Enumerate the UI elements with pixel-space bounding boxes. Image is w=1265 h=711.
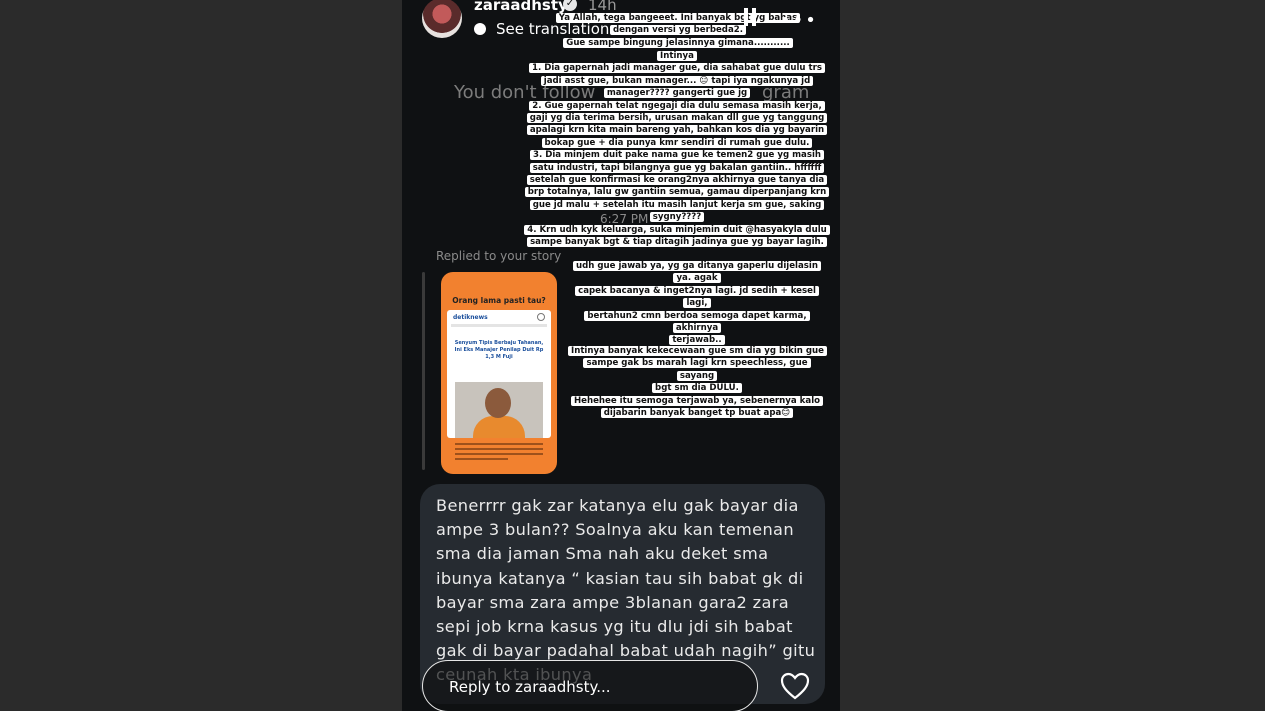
verified-badge-icon: ✓ <box>563 0 577 11</box>
left-backdrop <box>0 0 402 711</box>
caption-answer: udh gue jawab ya, yg ga ditanya gaperlu … <box>572 260 822 347</box>
replied-to-story-label: Replied to your story <box>436 249 562 263</box>
reply-placeholder: Reply to zaraadhsty... <box>449 678 611 696</box>
thumbnail-caption-lines <box>455 440 543 464</box>
caption-points: Intinya 1. Dia gapernah jadi manager gue… <box>522 50 832 249</box>
story-viewer: You don't follow gram 6:27 PM Replied to… <box>402 0 840 711</box>
right-backdrop <box>840 0 1265 711</box>
caption-end: Intinya banyak kekecewaan gue sm dia yg … <box>568 345 828 419</box>
thumbnail-nav <box>451 324 547 327</box>
reply-input[interactable]: Reply to zaraadhsty... <box>422 660 758 711</box>
reply-message-text: Benerrrr gak zar katanya elu gak bayar d… <box>436 496 816 684</box>
translate-icon[interactable] <box>474 23 486 35</box>
heart-icon[interactable] <box>780 672 810 700</box>
pause-icon[interactable] <box>744 8 756 26</box>
search-icon <box>537 313 545 321</box>
thumbnail-headline: Senyum Tipis Berbaju Tahanan, Ini Eks Ma… <box>454 340 544 360</box>
avatar[interactable] <box>422 0 462 38</box>
thumbnail-photo <box>455 382 543 438</box>
person-body <box>473 416 525 438</box>
story-thumbnail[interactable]: Orang lama pasti tau? detiknews Senyum T… <box>441 272 557 474</box>
reply-quote-line <box>422 272 425 470</box>
person-head <box>485 388 511 418</box>
thumbnail-article: detiknews Senyum Tipis Berbaju Tahanan, … <box>447 310 551 438</box>
caption-top: Ya Allah, tega bangeeet. Ini banyak bgt … <box>542 12 814 49</box>
thumbnail-brand: detiknews <box>453 314 488 321</box>
thumbnail-title: Orang lama pasti tau? <box>452 296 546 305</box>
more-icon[interactable]: ••• <box>780 10 818 31</box>
